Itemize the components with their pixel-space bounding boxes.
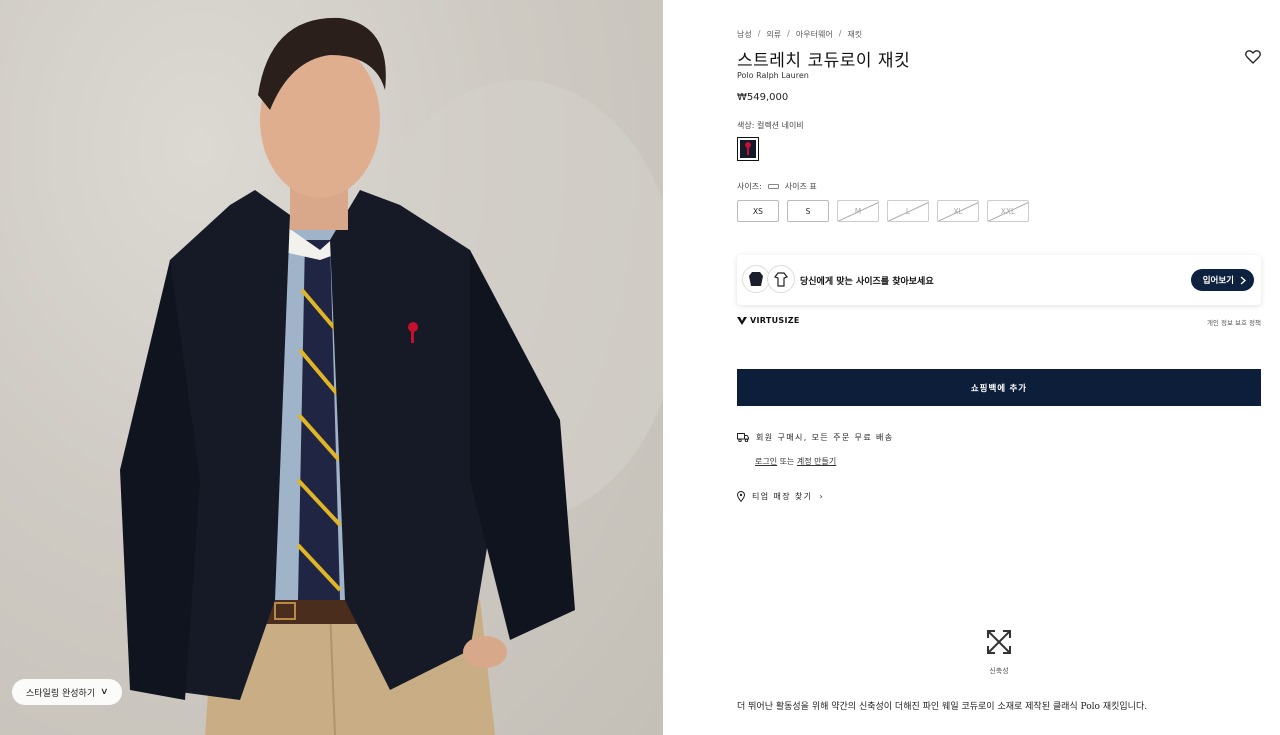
virtusize-v-icon — [737, 316, 747, 325]
breadcrumb-item-outerwear[interactable]: 아우터웨어 — [796, 29, 833, 40]
product-brand: Polo Ralph Lauren — [737, 71, 809, 80]
jacket-thumbnail-icon — [742, 265, 770, 293]
size-options: XS S M L XL XXL — [737, 200, 1029, 222]
login-row: 로그인 또는 계정 만들기 — [755, 456, 836, 467]
size-label: 사이즈: — [737, 182, 762, 191]
breadcrumb-item-clothing[interactable]: 의류 — [766, 29, 781, 40]
product-photo: 스타일링 완성하기 ∨ — [0, 0, 663, 735]
find-store-label: 티업 매장 찾기 — [752, 492, 813, 501]
find-store-link[interactable]: 티업 매장 찾기 › — [737, 491, 824, 502]
color-label: 색상: 컬렉션 네이비 — [737, 121, 804, 130]
virtusize-widget: 당신에게 맞는 사이즈를 찾아보세요 입어보기 — [737, 255, 1261, 305]
product-title: 스트레치 코듀로이 재킷 — [737, 51, 911, 71]
add-to-bag-button[interactable]: 쇼핑백에 추가 — [737, 369, 1261, 406]
try-on-label: 입어보기 — [1202, 276, 1234, 286]
truck-icon — [737, 433, 749, 442]
wishlist-heart-icon[interactable] — [1245, 50, 1261, 64]
size-option-xxl[interactable]: XXL — [987, 200, 1029, 222]
size-option-xl[interactable]: XL — [937, 200, 979, 222]
size-option-l[interactable]: L — [887, 200, 929, 222]
breadcrumb-separator: / — [787, 29, 790, 38]
breadcrumb-separator: / — [757, 29, 761, 38]
breadcrumb-separator: / — [838, 29, 842, 38]
model-illustration — [120, 17, 663, 735]
product-description: 더 뛰어난 활동성을 위해 약간의 신축성이 더해진 파인 웨일 코듀로이 소재… — [737, 702, 1148, 712]
chevron-down-icon: ∨ — [100, 687, 109, 697]
ruler-icon — [767, 184, 779, 189]
location-pin-icon — [737, 491, 745, 502]
chevron-right-icon: › — [819, 492, 825, 501]
breadcrumb-item-jackets[interactable]: 재킷 — [847, 29, 862, 40]
login-link[interactable]: 로그인 — [755, 457, 777, 466]
size-option-m[interactable]: M — [837, 200, 879, 222]
virtusize-icons — [742, 265, 795, 293]
size-header: 사이즈: 사이즈 표 — [737, 181, 817, 192]
complete-the-look-button[interactable]: 스타일링 완성하기 ∨ — [12, 679, 122, 705]
free-shipping-row: 회원 구매시, 모든 주문 무료 배송 — [737, 432, 894, 443]
chevron-right-icon — [1240, 275, 1246, 285]
product-details: 남성 / 의류 / 아우터웨어 / 재킷 스트레치 코듀로이 재킷 Polo R… — [737, 0, 1261, 735]
stretch-feature-label: 신축성 — [989, 667, 1009, 675]
stretch-arrows-icon — [987, 630, 1011, 654]
try-on-button[interactable]: 입어보기 — [1190, 269, 1254, 291]
free-shipping-text: 회원 구매시, 모든 주문 무료 배송 — [756, 433, 894, 442]
size-option-xs[interactable]: XS — [737, 200, 779, 222]
swatch-fill — [740, 140, 756, 158]
complete-the-look-label: 스타일링 완성하기 — [26, 688, 96, 699]
virtusize-logo: VIRTUSIZE — [737, 316, 800, 325]
color-swatch-navy[interactable] — [737, 137, 759, 161]
virtusize-brand-text: VIRTUSIZE — [750, 316, 800, 325]
size-chart-link[interactable]: 사이즈 표 — [785, 181, 817, 192]
privacy-policy-link[interactable]: 개인 정보 보호 정책 — [1207, 317, 1261, 327]
pony-icon — [745, 142, 751, 155]
size-option-s[interactable]: S — [787, 200, 829, 222]
breadcrumb: 남성 / 의류 / 아우터웨어 / 재킷 — [737, 29, 862, 40]
body-shape-icon — [767, 265, 795, 293]
virtusize-prompt: 당신에게 맞는 사이즈를 찾아보세요 — [800, 277, 934, 287]
breadcrumb-item-men[interactable]: 남성 — [737, 29, 752, 40]
login-or-text: 또는 — [777, 457, 797, 466]
create-account-link[interactable]: 계정 만들기 — [797, 457, 836, 466]
product-price: ₩549,000 — [737, 92, 789, 103]
